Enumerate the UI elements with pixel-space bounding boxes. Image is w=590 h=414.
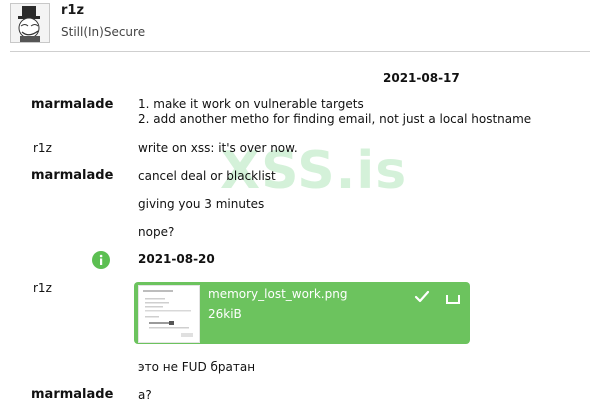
message-text: write on xss: it's over now. xyxy=(138,141,298,155)
file-name[interactable]: memory_lost_work.png xyxy=(208,287,347,301)
message-sender: marmalade xyxy=(31,387,114,402)
message-text: это не FUD братан xyxy=(138,360,256,374)
avatar[interactable] xyxy=(10,3,50,43)
message-text: a? xyxy=(138,388,152,402)
message-text: cancel deal or blacklist xyxy=(138,169,276,183)
file-attachment[interactable]: memory_lost_work.png 26kiB xyxy=(134,282,470,344)
message-sender: marmalade xyxy=(31,168,114,183)
message-text: nope? xyxy=(138,225,175,239)
check-icon xyxy=(414,289,430,305)
message-sender: marmalade xyxy=(31,97,114,112)
download-icon[interactable] xyxy=(446,290,460,304)
message-sender: r1z xyxy=(33,141,52,155)
file-size: 26kiB xyxy=(208,307,242,321)
contact-status: Still(In)Secure xyxy=(61,25,146,39)
date-separator: 2021-08-17 xyxy=(383,71,460,85)
message-text: 1. make it work on vulnerable targets 2.… xyxy=(138,97,531,127)
image-thumbnail[interactable] xyxy=(138,285,200,343)
message-text: giving you 3 minutes xyxy=(138,197,265,211)
info-icon[interactable] xyxy=(92,251,110,269)
message-line: 2. add another metho for finding email, … xyxy=(138,112,532,126)
date-separator: 2021-08-20 xyxy=(138,252,215,266)
message-line: 1. make it work on vulnerable targets xyxy=(138,97,364,111)
header-divider xyxy=(10,51,590,52)
message-sender: r1z xyxy=(33,281,52,295)
contact-name: r1z xyxy=(61,3,85,18)
chat-header: r1z Still(In)Secure xyxy=(0,0,590,50)
